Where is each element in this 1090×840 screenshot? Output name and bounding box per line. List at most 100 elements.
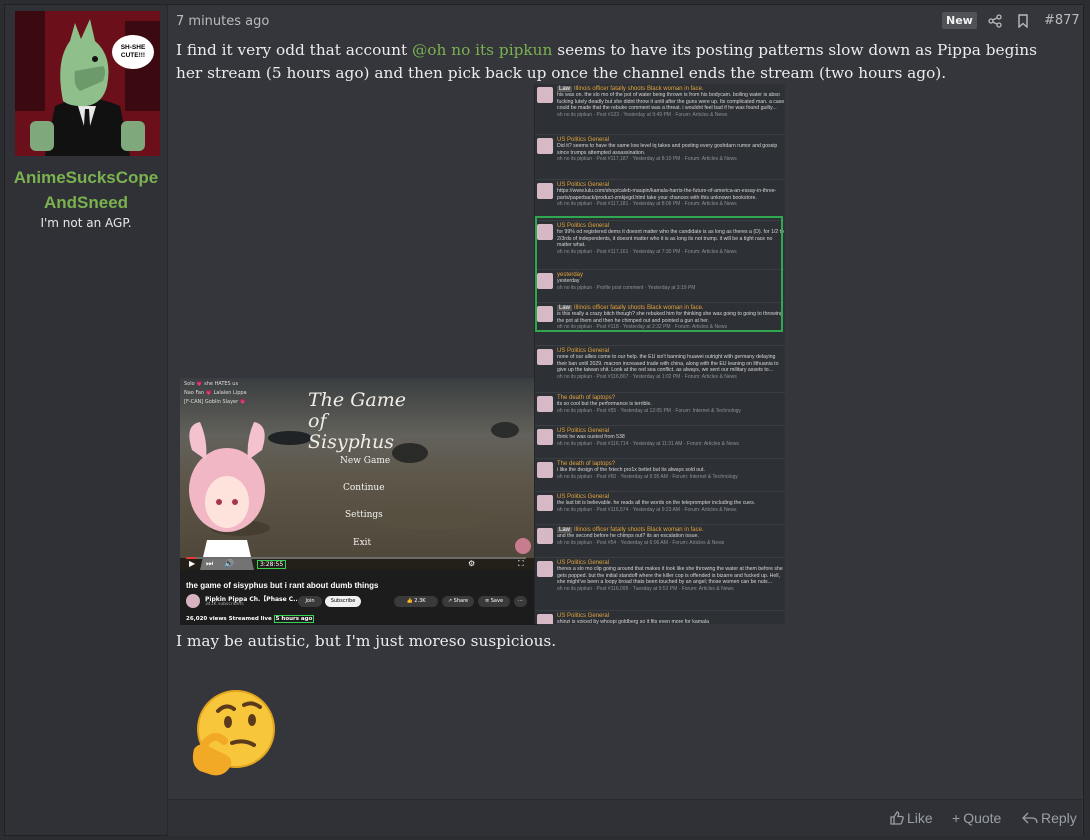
settings-icon[interactable]: ⚙ [468, 559, 475, 568]
attached-activity-screenshot[interactable]: Law Illinois officer fatally shoots Black… [534, 84, 785, 624]
activity-meta: oh no its pipkun · Post #118 · Yesterday… [557, 324, 727, 330]
reply-label: Reply [1041, 810, 1077, 826]
activity-item[interactable]: Law Illinois officer fatally shoots Black… [535, 303, 785, 346]
activity-item[interactable]: US Politics General Did it? seems to have… [535, 135, 785, 180]
activity-meta: oh no its pipkun · Profile post comment … [557, 284, 696, 291]
activity-avatar [537, 528, 553, 544]
activity-item[interactable]: The death of laptops? i like the design o… [535, 459, 785, 492]
user-sidebar: SH-SHE CUTE!!! AnimeSucksCopeAndSneed I'… [5, 5, 168, 835]
activity-snippet: for 99% od registered dems it doesnt mat… [557, 229, 784, 248]
views-line: 26,020 views Streamed live 5 hours ago [186, 615, 315, 623]
post-timestamp[interactable]: 7 minutes ago [176, 14, 269, 29]
more-icon[interactable]: ⋯ [514, 596, 527, 607]
stream-chat-overlay: Solo 💗 she HATES us Nao Fan 💗 Lalalen Li… [184, 380, 302, 424]
activity-meta: oh no its pipkun · Post #116,095 · Tuesd… [557, 585, 734, 592]
avatar-speech-bubble: SH-SHE CUTE!!! [112, 35, 154, 69]
post-closing-text: I may be autistic, but I'm just moreso s… [176, 632, 557, 650]
game-menu-new-game: New Game [340, 456, 391, 466]
activity-meta: oh no its pipkun · Post #116,807 · Yeste… [557, 373, 737, 380]
activity-avatar [537, 273, 553, 289]
game-menu-exit: Exit [353, 538, 372, 548]
activity-item[interactable]: US Politics General think he was ousted f… [535, 426, 785, 459]
volume-icon[interactable]: 🔊 [224, 559, 234, 568]
like-button[interactable]: Like [890, 810, 933, 826]
reply-button[interactable]: Reply [1022, 810, 1077, 826]
activity-meta: oh no its pipkun · Post #50 · Yesterday … [557, 473, 738, 480]
streamed-ago-highlighted: 5 hours ago [273, 615, 315, 623]
like-count: 2.3K [414, 598, 426, 604]
game-scene: Solo 💗 she HATES us Nao Fan 💗 Lalalen Li… [180, 378, 537, 570]
chat-line: [F-CAN] Goblin Slayer 💗 [184, 399, 246, 405]
attached-youtube-screenshot[interactable]: Solo 💗 she HATES us Nao Fan 💗 Lalalen Li… [180, 378, 537, 625]
post-number-link[interactable]: #877 [1044, 13, 1080, 28]
fullscreen-icon[interactable]: ⛶ [518, 559, 524, 569]
chat-line: Solo 💗 she HATES us [184, 381, 239, 387]
activity-meta: oh no its pipkun · Post #117,161 · Yeste… [557, 248, 737, 255]
game-title: The Game of Sisyphus [308, 389, 406, 453]
thumbs-up-icon [890, 811, 904, 825]
save-button[interactable]: ≡ Save [478, 596, 510, 607]
bookmark-icon[interactable] [1017, 13, 1029, 32]
channel-subscribers: 341K subscribers [205, 602, 244, 607]
activity-avatar [537, 614, 553, 624]
chat-line: Nao Fan 💗 Lalalen Lippa [184, 390, 247, 396]
activity-meta: oh no its pipkun · Post #117,187 · Yeste… [557, 156, 737, 162]
activity-snippet: https://www.lulu.com/shop/caleb-maupin/k… [557, 188, 777, 201]
activity-snippet: the last bit is believable. he reads all… [557, 500, 756, 506]
activity-meta: oh no its pipkun · Post #133 · Yesterday… [557, 111, 728, 118]
reply-icon [1022, 812, 1038, 824]
activity-item[interactable]: US Politics General for 99% od registered… [535, 221, 785, 270]
activity-item[interactable]: Law Illinois officer fatally shoots Black… [535, 84, 785, 135]
game-menu-continue: Continue [343, 483, 385, 493]
like-label: Like [907, 810, 933, 826]
share-label: Share [453, 598, 469, 604]
activity-snippet: theres a slo mo clip going around that m… [557, 566, 783, 585]
username[interactable]: AnimeSucksCopeAndSneed [5, 165, 167, 215]
activity-avatar [537, 462, 553, 478]
share-icon[interactable] [988, 13, 1002, 32]
forum-post: SH-SHE CUTE!!! AnimeSucksCopeAndSneed I'… [4, 4, 1084, 836]
activity-item[interactable]: US Politics General the last bit is belie… [535, 492, 785, 525]
activity-item[interactable]: yesterday yesterday oh no its pipkun · Pro… [535, 270, 785, 303]
activity-avatar [537, 429, 553, 445]
activity-item[interactable]: US Politics General shinzi is voiced by w… [535, 611, 785, 624]
activity-avatar [537, 561, 553, 577]
activity-snippet: none of our allies come to our help. the… [557, 354, 779, 373]
channel-avatar[interactable] [186, 594, 200, 608]
vtuber-avatar [189, 422, 265, 570]
join-button[interactable]: Join [298, 596, 322, 607]
user-mention-link[interactable]: @oh no its pipkun [412, 41, 552, 59]
save-label: Save [490, 598, 504, 604]
activity-avatar [537, 349, 553, 365]
channel-row: Pipkin Pippa Ch.【Phase C... 341K subscri… [186, 594, 531, 610]
activity-avatar [537, 224, 553, 240]
next-icon[interactable]: ⏭ [206, 559, 213, 569]
activity-item[interactable]: The death of laptops? its so cool but the… [535, 393, 785, 426]
subscribe-button[interactable]: Subscribe [325, 596, 361, 607]
activity-avatar [537, 306, 553, 322]
post-main: 7 minutes ago New #877 I find it very od… [168, 5, 1083, 836]
activity-snippet: Did it? seems to have the same low level… [557, 143, 778, 156]
new-badge: New [942, 12, 977, 29]
like-count-button[interactable]: 👍 2.3K [394, 596, 438, 607]
activity-snippet: is this really a crazy bitch though? she… [557, 311, 783, 324]
share-button[interactable]: ↗ Share [442, 596, 474, 607]
post-body: I find it very odd that account @oh no i… [176, 39, 1056, 85]
activity-item[interactable]: US Politics General theres a slo mo clip … [535, 558, 785, 611]
activity-item[interactable]: Law Illinois officer fatally shoots Black… [535, 525, 785, 558]
activity-avatar [537, 183, 553, 199]
activity-item[interactable]: US Politics General https://www.lulu.com/… [535, 180, 785, 221]
activity-snippet: his was on. the slo mo of the pot of wat… [557, 92, 785, 111]
activity-snippet: shinzi is voiced by whoopi goldberg so i… [557, 619, 709, 624]
avatar[interactable]: SH-SHE CUTE!!! [15, 11, 160, 156]
quote-button[interactable]: + Quote [952, 810, 1001, 826]
activity-avatar [537, 138, 553, 154]
post-action-bar: Like + Quote Reply [168, 799, 1082, 836]
video-time-highlighted: 3:28:55 [257, 560, 287, 569]
activity-meta: oh no its pipkun · Post #116,574 · Yeste… [557, 506, 737, 513]
activity-avatar [537, 495, 553, 511]
thinking-face-emoji [192, 690, 275, 776]
activity-item[interactable]: US Politics General none of our allies co… [535, 346, 785, 393]
body-text-before: I find it very odd that account [176, 41, 412, 59]
play-icon[interactable]: ▶ [189, 559, 195, 568]
